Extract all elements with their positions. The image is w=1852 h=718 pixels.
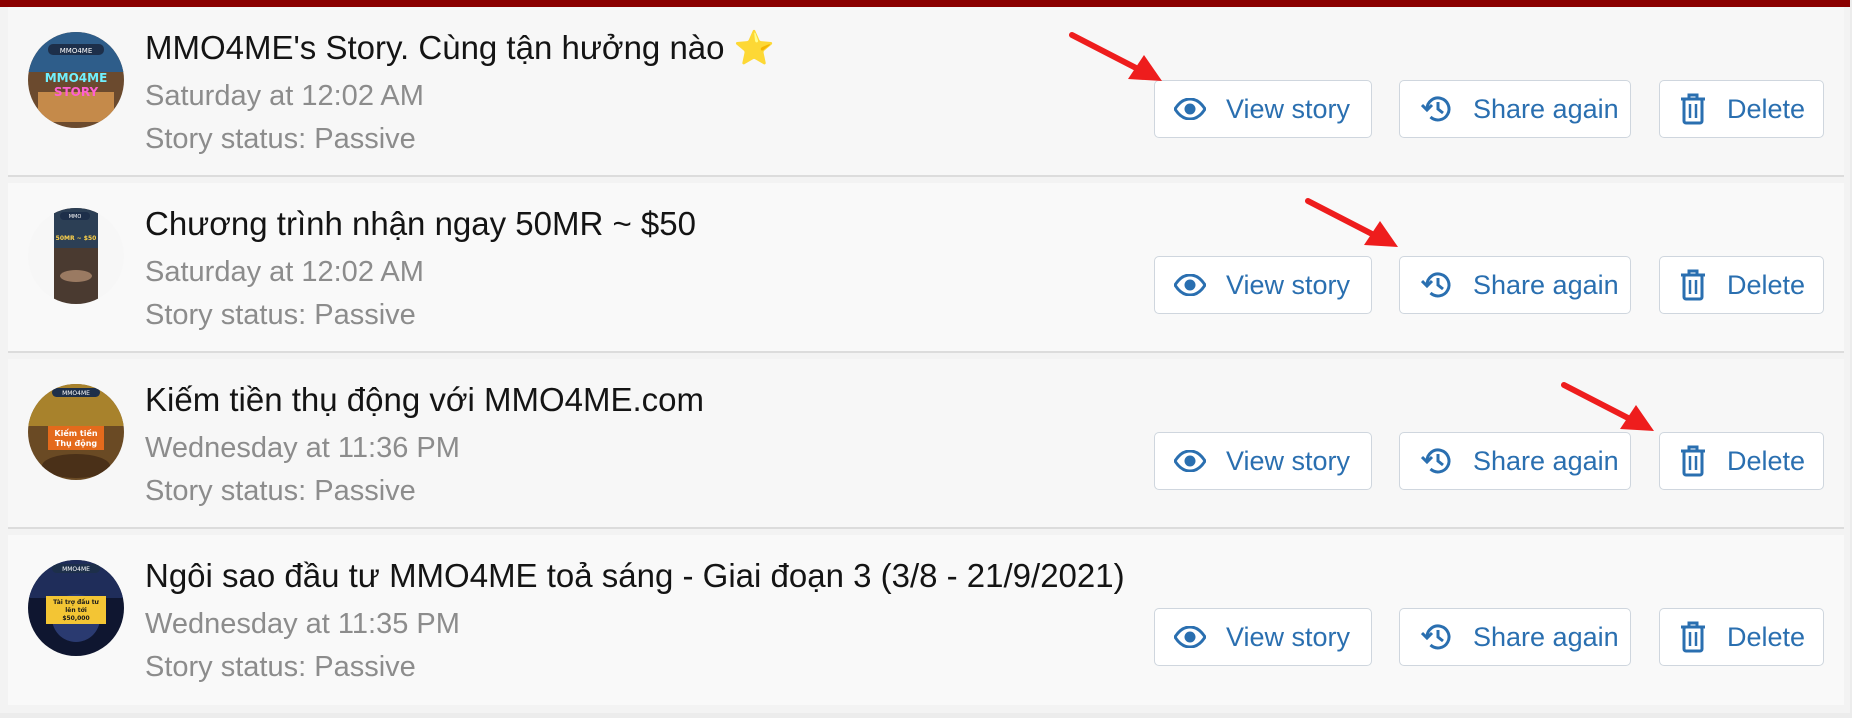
eye-icon [1174,98,1206,120]
history-icon [1421,448,1451,474]
story-thumbnail[interactable]: MMO4ME MMO4ME STORY [28,32,124,128]
share-again-label: Share again [1473,445,1619,476]
story-date: Saturday at 12:02 AM [145,256,424,288]
story-list: MMO4ME MMO4ME STORY MMO4ME's Story. Cùng… [0,0,1850,713]
trash-icon [1681,269,1705,301]
delete-button[interactable]: Delete [1659,80,1824,138]
story-title[interactable]: Chương trình nhận ngay 50MR ~ $50 [145,205,696,243]
annotation-arrow [1069,32,1162,81]
share-again-button[interactable]: Share again [1399,432,1631,490]
delete-label: Delete [1727,445,1806,476]
story-status: Story status: Passive [145,475,416,507]
story-row: MMO 50MR ~ $50 Chương trình nhận ngay 50… [8,183,1844,353]
eye-icon [1174,626,1206,648]
thumb-badge-text: MMO4ME [62,390,90,397]
share-again-label: Share again [1473,269,1619,300]
svg-text:STORY: STORY [54,85,99,99]
svg-text:Thụ động: Thụ động [55,439,98,448]
trash-icon [1681,445,1705,477]
share-again-button[interactable]: Share again [1399,608,1631,666]
view-story-button[interactable]: View story [1154,432,1372,490]
story-row: MMO4ME MMO4ME STORY MMO4ME's Story. Cùng… [8,7,1844,177]
delete-label: Delete [1727,93,1806,124]
thumb-badge-text: MMO4ME [62,566,90,573]
trash-icon [1681,621,1705,653]
story-status: Story status: Passive [145,651,416,683]
delete-button[interactable]: Delete [1659,256,1824,314]
svg-text:$50,000: $50,000 [62,615,89,622]
thumb-text: 50MR ~ $50 [56,235,97,242]
view-story-button[interactable]: View story [1154,80,1372,138]
view-story-label: View story [1226,621,1351,652]
story-date: Wednesday at 11:36 PM [145,432,460,464]
history-icon [1421,272,1451,298]
story-row: MMO4ME Tài trợ đầu tư lên tới $50,000 Ng… [8,535,1844,705]
delete-button[interactable]: Delete [1659,432,1824,490]
delete-label: Delete [1727,269,1806,300]
trash-icon [1681,93,1705,125]
story-thumbnail[interactable]: MMO4ME Kiếm tiền Thụ động [28,384,124,480]
view-story-button[interactable]: View story [1154,608,1372,666]
delete-label: Delete [1727,621,1806,652]
svg-text:Kiếm tiền: Kiếm tiền [54,428,97,438]
story-title[interactable]: Ngôi sao đầu tư MMO4ME toả sáng - Giai đ… [145,557,1125,595]
story-row: MMO4ME Kiếm tiền Thụ động Kiếm tiền thụ … [8,359,1844,529]
story-status: Story status: Passive [145,299,416,331]
svg-text:lên tới: lên tới [65,607,87,614]
eye-icon [1174,450,1206,472]
story-title[interactable]: MMO4ME's Story. Cùng tận hưởng nào ⭐ [145,29,775,68]
story-thumbnail[interactable]: MMO 50MR ~ $50 [28,208,124,304]
story-date: Saturday at 12:02 AM [145,80,424,112]
share-again-label: Share again [1473,93,1619,124]
view-story-label: View story [1226,269,1351,300]
story-title[interactable]: Kiếm tiền thụ động với MMO4ME.com [145,381,704,419]
svg-text:Tài trợ đầu tư: Tài trợ đầu tư [53,598,99,606]
annotation-arrow [1305,198,1398,247]
thumb-badge-text: MMO4ME [60,47,93,55]
share-again-label: Share again [1473,621,1619,652]
thumb-badge-text: MMO [69,214,82,220]
delete-button[interactable]: Delete [1659,608,1824,666]
eye-icon [1174,274,1206,296]
svg-text:MMO4ME: MMO4ME [45,71,108,85]
history-icon [1421,624,1451,650]
share-again-button[interactable]: Share again [1399,256,1631,314]
view-story-label: View story [1226,445,1351,476]
story-status: Story status: Passive [145,123,416,155]
annotation-arrow [1561,382,1654,431]
share-again-button[interactable]: Share again [1399,80,1631,138]
view-story-button[interactable]: View story [1154,256,1372,314]
view-story-label: View story [1226,93,1351,124]
history-icon [1421,96,1451,122]
story-date: Wednesday at 11:35 PM [145,608,460,640]
story-thumbnail[interactable]: MMO4ME Tài trợ đầu tư lên tới $50,000 [28,560,124,656]
